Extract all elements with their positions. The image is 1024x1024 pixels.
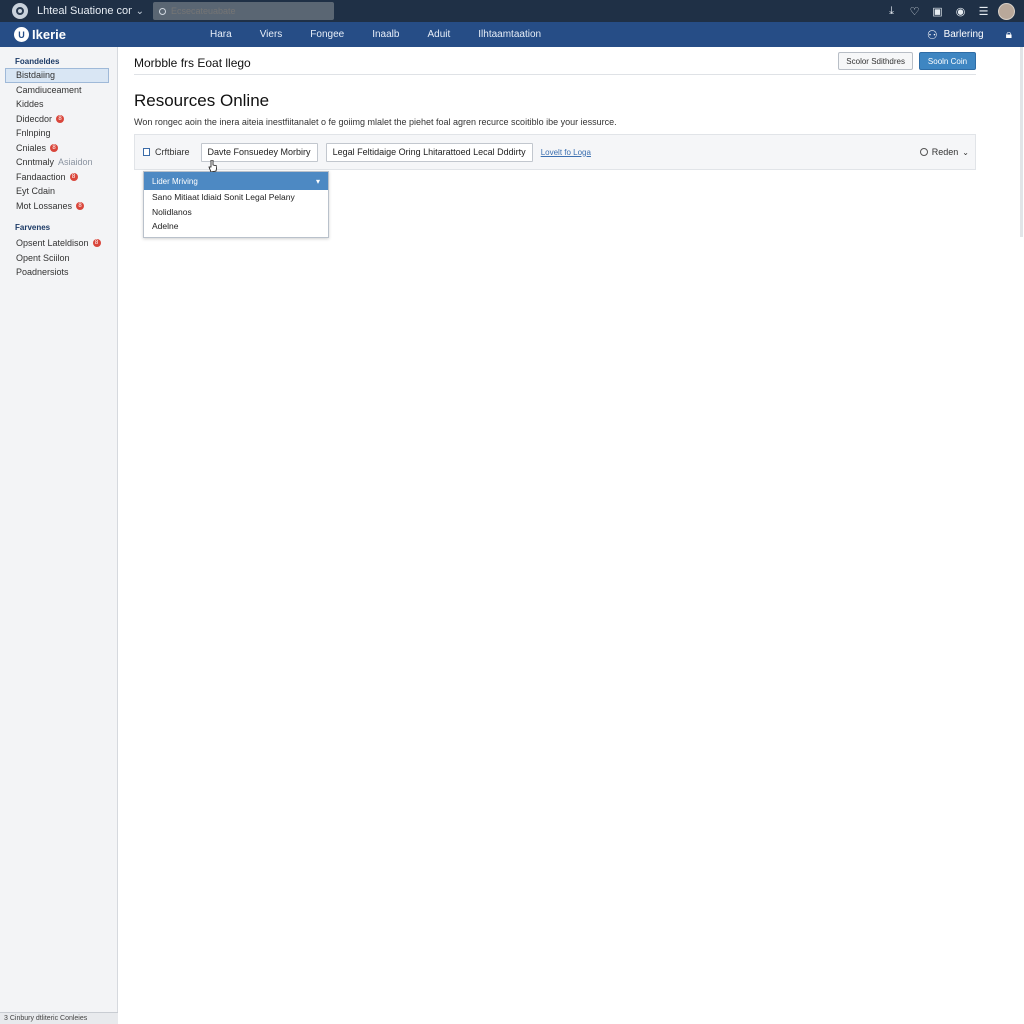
nav-item-aduit[interactable]: Aduit [427, 29, 450, 40]
nav-item-hara[interactable]: Hara [210, 29, 232, 40]
sidebar-item[interactable]: Camdiuceament [0, 83, 117, 98]
window-icon[interactable]: ▣ [926, 0, 949, 22]
sidebar-item-label: Camdiuceament [16, 84, 82, 95]
main-content: Morbble frs Eoat llego Scolor Sdithdres … [118, 47, 1024, 1024]
sidebar-item[interactable]: Mot Lossanes 8 [0, 199, 117, 214]
sort-icon [919, 148, 928, 156]
download-icon[interactable]: ⤓ [880, 0, 903, 22]
sidebar-section-title: Foandeldes [15, 57, 60, 66]
sidebar-item-label: Fnlnping [16, 128, 51, 139]
sidebar-item-label: Kiddes [16, 99, 44, 110]
brand-name: Ikerie [32, 27, 66, 42]
sidebar-item-label: Cniales [16, 142, 47, 153]
sidebar-item[interactable]: Poadnersiots [0, 265, 117, 280]
chevron-down-icon: ▾ [315, 176, 320, 186]
sidebar: Foandeldes Bistdaiing Camdiuceament Kidd… [0, 47, 118, 1024]
checkbox-label: Crftbiare [155, 147, 190, 157]
filter-bar: Crftbiare Davte Fonsuedey Morbiry Legal … [134, 134, 976, 170]
notification-badge: 8 [69, 172, 78, 181]
notification-badge: 8 [56, 114, 65, 123]
nav-item-information[interactable]: Ilhtaamtaation [478, 29, 541, 40]
filter-link[interactable]: Lovelt fo Loga [541, 148, 591, 157]
sidebar-item[interactable]: Fandaaction 8 [0, 170, 117, 185]
browser-tab[interactable]: Lhteal Suatione com ⌄ [0, 0, 152, 22]
chevron-down-icon[interactable]: ⌄ [136, 6, 144, 17]
dropdown-menu: Lider Mriving ▾ Sano Mitiaat ldiaid Soni… [143, 171, 329, 238]
sidebar-item[interactable]: Eyt Cdain [0, 184, 117, 199]
sidebar-item-label: Mot Lossanes [16, 200, 73, 211]
user-icon[interactable]: ⚇ [927, 28, 938, 42]
content-header: Morbble frs Eoat llego Scolor Sdithdres … [134, 47, 976, 75]
sidebar-item[interactable]: Bistdaiing [5, 68, 109, 83]
mouse-cursor-icon [208, 160, 217, 172]
page-title: Resources Online [134, 91, 270, 110]
dropdown-option[interactable]: Adelne [144, 219, 328, 234]
sidebar-item[interactable]: Cniales 8 [0, 141, 117, 156]
menu-icon[interactable]: ☰ [972, 0, 995, 22]
sidebar-item[interactable]: Cnntmaly Asiaidon [0, 155, 117, 170]
brand[interactable]: U Ikerie [0, 27, 195, 42]
nav-item-fongee[interactable]: Fongee [310, 29, 344, 40]
sidebar-item-label: Bistdaiing [16, 70, 56, 81]
site-logo-icon [12, 3, 28, 19]
checkbox[interactable] [143, 148, 150, 156]
user-label[interactable]: Barlering [944, 29, 984, 40]
notification-badge: 8 [76, 201, 85, 210]
info-icon[interactable]: ◉ [949, 0, 972, 22]
sidebar-item-note: Asiaidon [58, 157, 93, 168]
browser-bar: Lhteal Suatione com ⌄ ⤓ ♡ ▣ ◉ ☰ [0, 0, 1024, 22]
brand-logo-icon: U [14, 27, 29, 42]
dropdown-selected[interactable]: Lider Mriving ▾ [144, 172, 328, 190]
sidebar-section-title: Farvenes [15, 223, 51, 232]
primary-button[interactable]: Sooln Coin [919, 52, 976, 70]
app-header: U Ikerie Hara Viers Fongee Inaalb Aduit … [0, 22, 1024, 47]
sort-control[interactable]: Reden ⌄ [919, 147, 969, 157]
sidebar-item[interactable]: Opsent Lateldison 8 [0, 236, 117, 251]
sidebar-item[interactable]: Fnlnping [0, 126, 117, 141]
sidebar-item-label: Fandaaction [16, 171, 66, 182]
search-bar[interactable] [153, 2, 334, 20]
nav-item-inaalb[interactable]: Inaalb [372, 29, 399, 40]
dropdown-selected-label: Lider Mriving [152, 176, 198, 186]
nav-item-viers[interactable]: Viers [260, 29, 283, 40]
sidebar-item-label: Poadnersiots [16, 267, 69, 278]
filter-button-1[interactable]: Davte Fonsuedey Morbiry [200, 142, 318, 162]
notification-badge: 8 [50, 143, 59, 152]
sidebar-item-label: Didecdor [16, 113, 53, 124]
notification-badge: 8 [92, 239, 101, 248]
sidebar-item-label: Cnntmaly [16, 157, 55, 168]
filter-checkbox[interactable]: Crftbiare [143, 147, 190, 157]
search-icon [159, 7, 166, 15]
header-title: Morbble frs Eoat llego [134, 56, 251, 70]
sidebar-item[interactable]: Opent Sciilon [0, 251, 117, 266]
sidebar-item-label: Eyt Cdain [16, 186, 56, 197]
sidebar-item[interactable]: Didecdor 8 [0, 112, 117, 127]
user-area: ⚇ Barlering 🔒︎ [927, 22, 1012, 47]
sidebar-item-label: Opent Sciilon [16, 252, 70, 263]
sidebar-item-label: Opsent Lateldison [16, 238, 89, 249]
search-input[interactable] [171, 6, 321, 16]
avatar[interactable] [995, 0, 1018, 22]
page-description: Won rongec aoin the inera aiteia inestfi… [134, 117, 617, 127]
lock-icon[interactable]: 🔒︎ [1006, 27, 1012, 42]
chevron-down-icon: ⌄ [962, 147, 969, 157]
dropdown-option[interactable]: Sano Mitiaat ldiaid Sonit Legal Pelany [144, 190, 328, 205]
browser-toolbar: ⤓ ♡ ▣ ◉ ☰ [880, 0, 1018, 22]
dropdown-option[interactable]: Nolidlanos [144, 205, 328, 220]
secondary-button[interactable]: Scolor Sdithdres [838, 52, 913, 70]
filter-button-2[interactable]: Legal Feltidaige Oring Lhitarattoed Leca… [325, 142, 533, 162]
sidebar-item[interactable]: Kiddes [0, 97, 117, 112]
tab-title: Lhteal Suatione com [37, 5, 132, 17]
scrollbar-track[interactable] [1020, 47, 1023, 237]
sort-label: Reden [931, 147, 959, 157]
main-nav: Hara Viers Fongee Inaalb Aduit Ilhtaamta… [210, 29, 569, 40]
scrollbar[interactable] [1016, 47, 1024, 247]
heart-icon[interactable]: ♡ [903, 0, 926, 22]
